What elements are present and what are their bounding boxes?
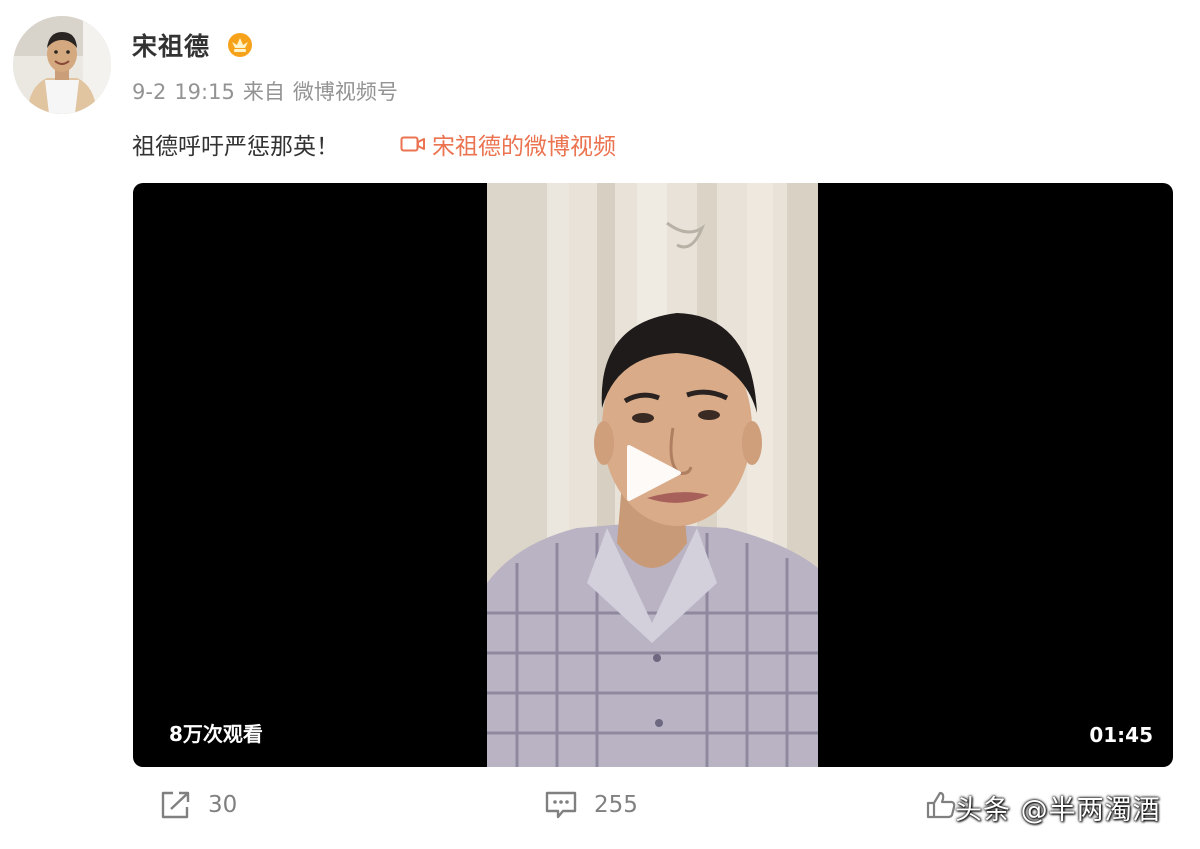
watermark: 头条 @半两濁酒	[955, 795, 1161, 826]
play-icon[interactable]	[621, 441, 685, 505]
source-link[interactable]: 微博视频号	[293, 80, 398, 104]
post-text: 祖德呼吁严惩那英！	[132, 134, 339, 160]
view-count: 8万次观看	[169, 722, 263, 746]
comment-button[interactable]: 255	[544, 790, 638, 820]
repost-count: 30	[208, 792, 238, 818]
video-player[interactable]: 8万次观看 01:45	[133, 183, 1173, 767]
avatar[interactable]	[13, 16, 111, 114]
share-icon	[161, 791, 190, 819]
video-link-label: 宋祖德的微博视频	[432, 134, 616, 160]
repost-button[interactable]: 30	[160, 790, 237, 820]
post-date: 9-2	[132, 80, 167, 104]
post-meta: 9-2 19:15 来自 微博视频号	[132, 76, 398, 106]
source-prefix: 来自	[242, 80, 285, 104]
comment-icon	[545, 791, 577, 819]
weibo-post: 宋祖德 9-2 19:15 来自 微博视频号 祖德呼吁严惩那英！ 宋祖德的微博视频	[0, 0, 1200, 849]
thumbs-up-icon	[926, 791, 956, 819]
comment-count: 255	[594, 792, 638, 818]
video-duration: 01:45	[1089, 723, 1153, 747]
username[interactable]: 宋祖德	[132, 27, 210, 63]
video-link[interactable]: 宋祖德的微博视频	[400, 127, 616, 161]
video-camera-icon	[400, 136, 425, 152]
vip-crown-icon	[228, 33, 252, 57]
post-time[interactable]: 19:15	[174, 80, 235, 104]
